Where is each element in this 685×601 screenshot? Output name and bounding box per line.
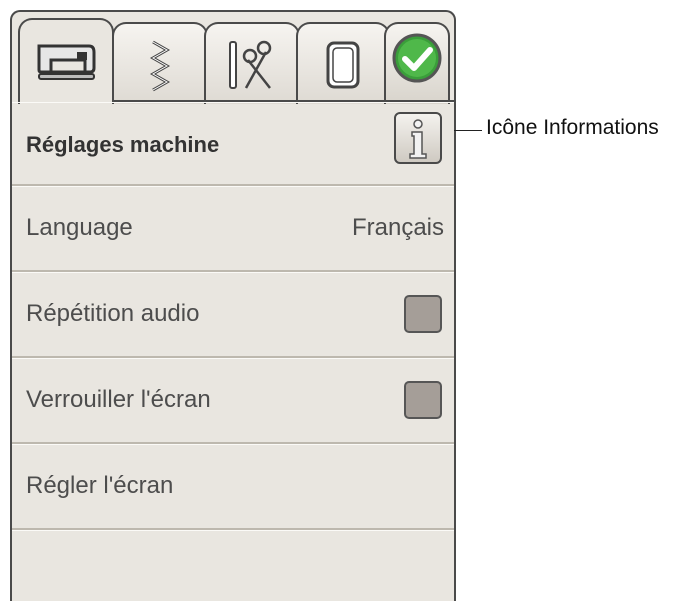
- audio-repeat-checkbox[interactable]: [404, 295, 442, 333]
- info-icon: [409, 119, 427, 159]
- tab-embroidery[interactable]: [296, 22, 390, 104]
- tab-bar: [12, 12, 454, 104]
- empty-row: [12, 528, 454, 601]
- page-title: Réglages machine: [26, 132, 220, 157]
- audio-repeat-label: Répétition audio: [26, 300, 200, 327]
- tab-machine-settings[interactable]: [18, 18, 114, 104]
- tab-confirm[interactable]: [384, 22, 450, 104]
- language-label: Language: [26, 214, 133, 241]
- machine-settings-panel: Réglages machine Language Français Répét…: [10, 10, 456, 601]
- zigzag-stitch-icon: [149, 40, 171, 92]
- callout-label: Icône Informations: [486, 116, 659, 139]
- sewing-machine-icon: [37, 44, 96, 80]
- tab-stitch-settings[interactable]: [112, 22, 208, 104]
- lock-screen-label: Verrouiller l'écran: [26, 386, 211, 413]
- info-button[interactable]: [394, 112, 442, 164]
- lock-screen-row: Verrouiller l'écran: [12, 356, 454, 442]
- language-value[interactable]: Français: [352, 214, 444, 242]
- settings-header: Réglages machine: [12, 102, 454, 188]
- lock-screen-checkbox[interactable]: [404, 381, 442, 419]
- confirm-check-icon: [392, 33, 442, 83]
- scissors-tools-icon: [229, 40, 272, 89]
- adjust-screen-row[interactable]: Régler l'écran: [12, 442, 454, 528]
- audio-repeat-row: Répétition audio: [12, 270, 454, 356]
- language-row[interactable]: Language Français: [12, 184, 454, 270]
- tab-sewing-tools[interactable]: [204, 22, 300, 104]
- callout-line: [454, 130, 482, 131]
- adjust-screen-label: Régler l'écran: [26, 472, 174, 499]
- embroidery-hoop-icon: [326, 41, 360, 89]
